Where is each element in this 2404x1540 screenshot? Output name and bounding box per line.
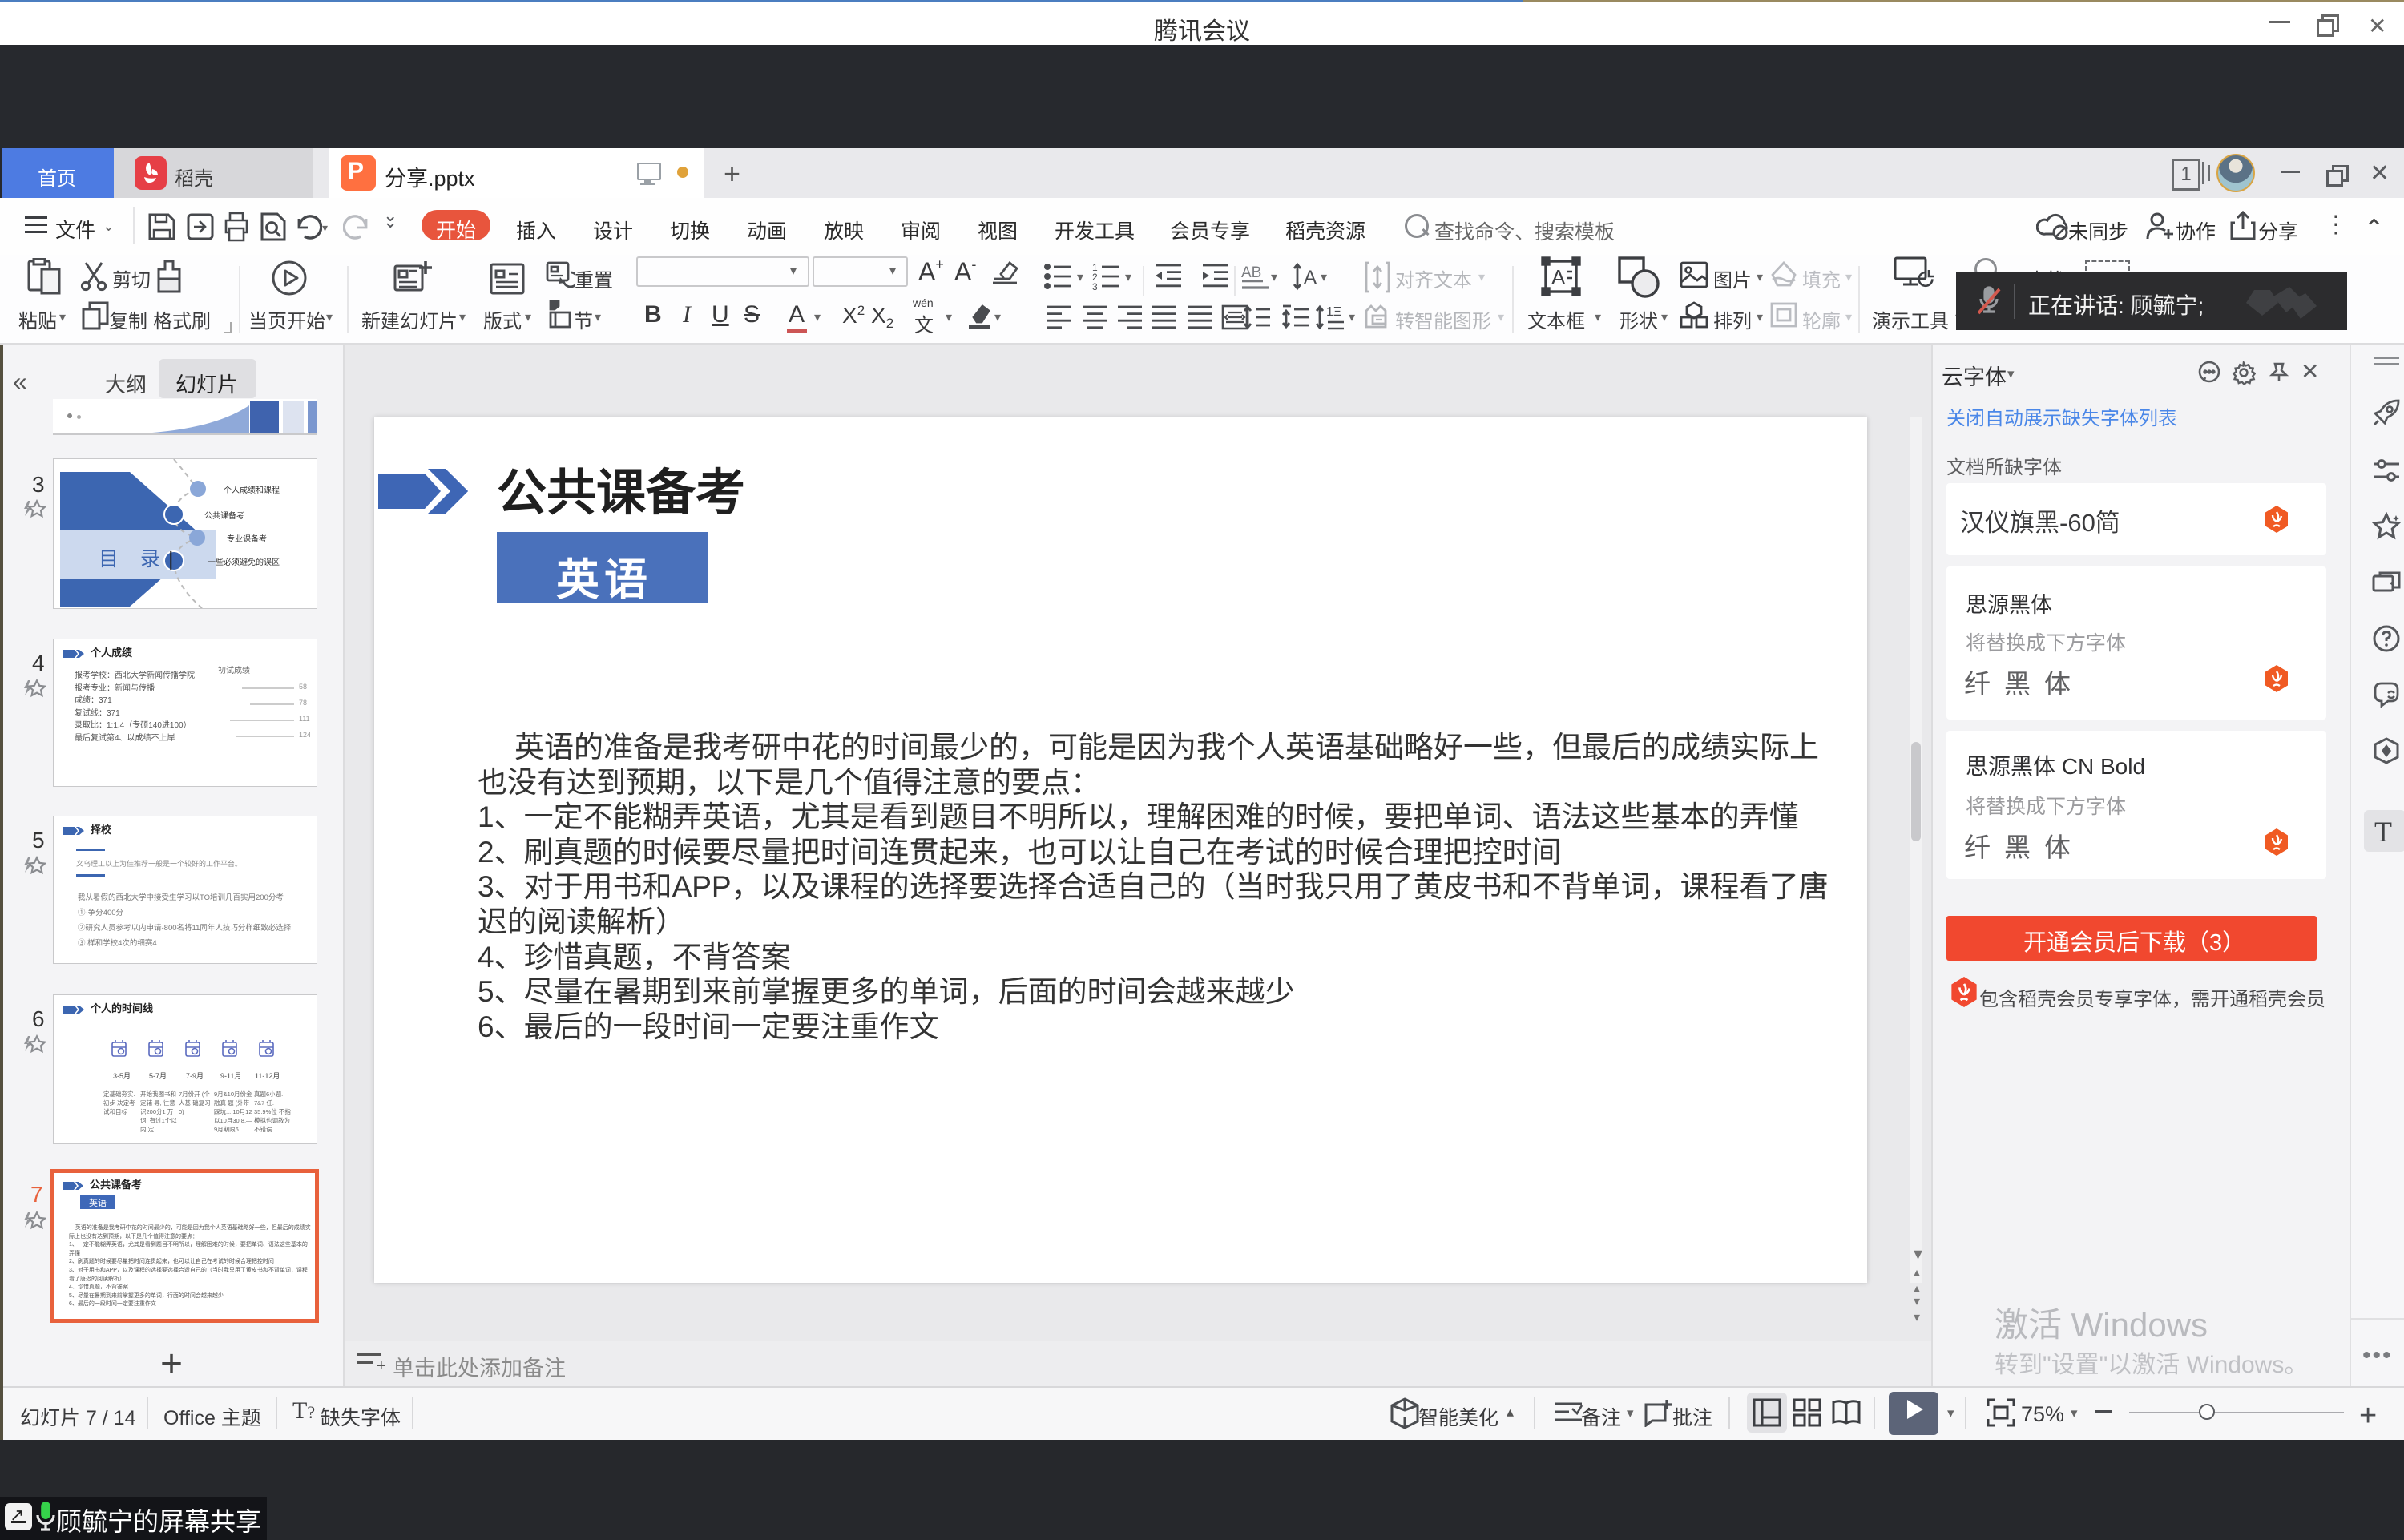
- svg-text:AB: AB: [1241, 264, 1261, 281]
- svg-text:A: A: [1304, 267, 1317, 288]
- svg-text:3: 3: [1092, 281, 1098, 290]
- svg-text:1Ξ: 1Ξ: [1326, 305, 1341, 319]
- svg-text:A: A: [1551, 265, 1566, 289]
